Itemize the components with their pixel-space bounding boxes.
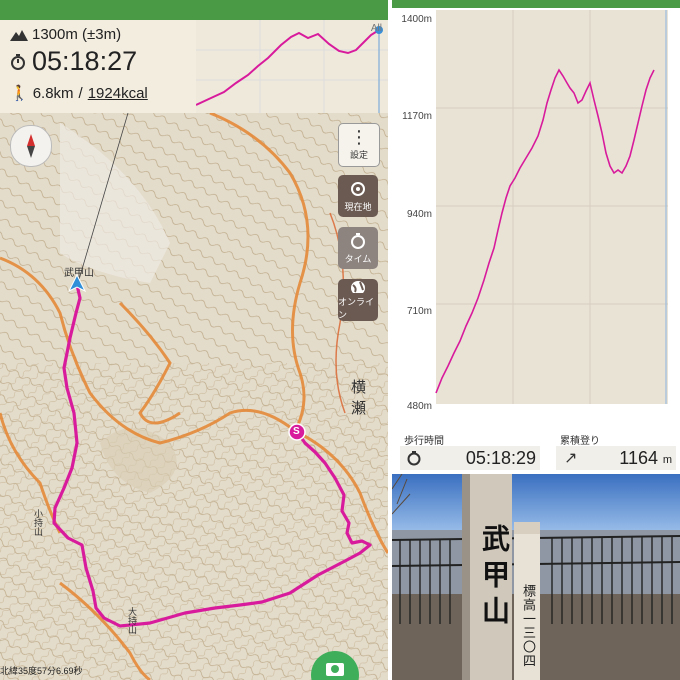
elevation-chart-svg: 1400m 1170m 940m 710m 480m xyxy=(401,10,668,412)
ascent-unit: m xyxy=(662,454,672,466)
ascent-box: ↗ 1164 m xyxy=(556,446,676,470)
stopwatch-icon xyxy=(11,53,25,70)
small-mountain-label: 小持山 xyxy=(33,509,43,536)
tracking-screen: 1300m (±3m) 05:18:27 🚶 6.8km / 1924kcal … xyxy=(0,0,388,680)
elapsed-time: 05:18:27 xyxy=(32,46,138,76)
elevation-sign-text: 標高一三〇四 xyxy=(521,584,536,668)
distance-row: 🚶 6.8km / 1924kcal xyxy=(10,84,148,103)
summary-panel: 歩行時間 累積登り 05:18:29 ↗ 1164 m xyxy=(392,428,680,474)
online-button[interactable]: オンライン xyxy=(338,279,378,321)
start-marker-label: S xyxy=(293,426,300,437)
mountain-icon xyxy=(10,29,28,41)
ascent-arrow-icon: ↗ xyxy=(564,450,578,467)
online-label: オンライン xyxy=(338,297,375,320)
y-tick-1400: 1400m xyxy=(401,14,432,25)
current-location-label: 現在地 xyxy=(344,201,372,212)
walker-icon: 🚶 xyxy=(10,85,29,102)
summit-sign-text: 武甲山 xyxy=(479,524,510,632)
compass-icon xyxy=(27,134,35,158)
settings-label: 設定 xyxy=(349,149,368,160)
camera-icon xyxy=(326,663,344,676)
current-location-button[interactable]: 現在地 xyxy=(338,175,378,217)
elevation-screen: 1400m 1170m 940m 710m 480m 歩行時間 累積登り 05:… xyxy=(392,0,680,680)
elevation-chart[interactable]: 1400m 1170m 940m 710m 480m xyxy=(392,8,680,428)
mini-chart-svg xyxy=(195,20,388,113)
timer-label: タイム xyxy=(344,253,372,264)
status-bar xyxy=(0,0,388,20)
globe-icon xyxy=(351,281,365,293)
timer-icon xyxy=(351,232,365,249)
stats-separator: / xyxy=(78,84,83,102)
altitude-row: 1300m (±3m) xyxy=(10,26,121,43)
y-tick-480: 480m xyxy=(407,401,432,412)
calories-link[interactable]: 1924kcal xyxy=(88,85,148,102)
coordinates-readout: 北緯35度57分6.69秒 xyxy=(0,666,83,676)
distance-value: 6.8km xyxy=(32,84,74,102)
walk-time-box: 05:18:29 xyxy=(400,446,540,470)
settings-button[interactable]: ⋮ 設定 xyxy=(338,123,380,167)
map-svg xyxy=(0,111,388,680)
topographic-map[interactable]: S ⋮ 設定 現在地 タイム オンライン 武甲山 横 瀬 小持山 大持山 北緯3… xyxy=(0,111,388,680)
mini-elevation-line xyxy=(195,29,380,106)
chart-plot-area xyxy=(436,10,668,404)
mini-chart-label: All xyxy=(370,23,382,34)
y-tick-940: 940m xyxy=(407,209,432,220)
stopwatch-icon-small xyxy=(407,451,421,466)
compass-button[interactable] xyxy=(10,125,52,167)
y-tick-1170: 1170m xyxy=(402,111,432,122)
status-bar-right xyxy=(392,0,680,8)
large-mountain-label: 大持山 xyxy=(127,607,137,634)
time-row: 05:18:27 xyxy=(10,46,137,77)
summit-photo: 武甲山 標高一三〇四 xyxy=(392,473,680,680)
walk-time-label: 歩行時間 xyxy=(404,436,444,447)
crosshair-icon xyxy=(351,181,365,196)
more-vertical-icon: ⋮ xyxy=(350,126,368,147)
mini-elevation-chart[interactable]: All xyxy=(195,20,388,113)
ascent-value: 1164 xyxy=(619,447,658,468)
ascent-label: 累積登り xyxy=(560,436,600,447)
altitude-value: 1300m (±3m) xyxy=(32,26,122,43)
area-label: 横 瀬 xyxy=(351,379,369,417)
peak-label: 武甲山 xyxy=(64,268,94,279)
y-tick-710: 710m xyxy=(407,306,432,317)
walk-time-value: 05:18:29 xyxy=(465,447,536,468)
camera-button[interactable] xyxy=(311,651,359,680)
timer-button[interactable]: タイム xyxy=(338,227,378,269)
stats-panel: 1300m (±3m) 05:18:27 🚶 6.8km / 1924kcal xyxy=(0,20,196,113)
